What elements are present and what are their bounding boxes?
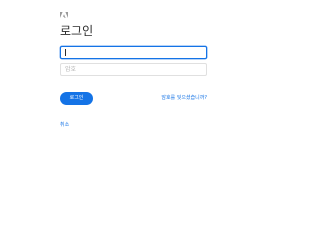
adobe-logo-icon	[60, 12, 68, 18]
text-cursor	[65, 49, 66, 56]
forgot-password-link[interactable]: 암호를 잊으셨습니까?	[140, 95, 207, 102]
page-title: 로그인	[60, 24, 94, 38]
login-page: 로그인 로그인 암호를 잊으셨습니까? 취소	[0, 0, 267, 204]
login-button[interactable]: 로그인	[60, 92, 93, 105]
password-input[interactable]	[60, 63, 207, 76]
email-input[interactable]	[60, 46, 207, 59]
cancel-link[interactable]: 취소	[60, 122, 69, 129]
